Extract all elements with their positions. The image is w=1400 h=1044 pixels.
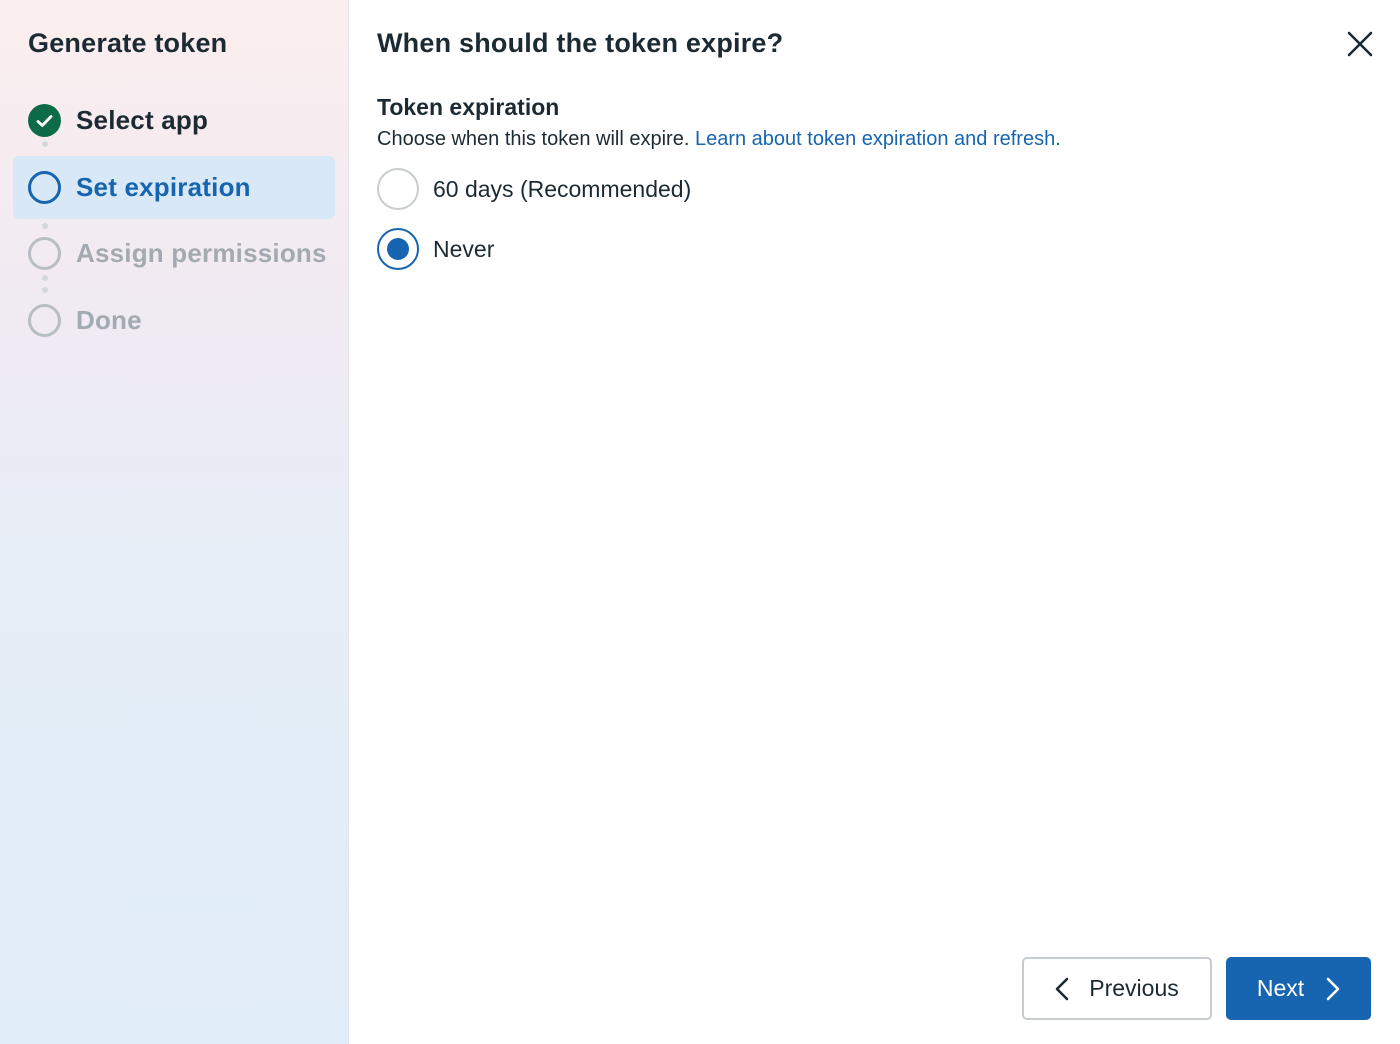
step-connector [42,141,48,147]
radio-label: 60 days (Recommended) [433,175,692,202]
radio-never[interactable] [377,228,419,270]
check-icon [28,104,61,137]
step-done: Done [13,289,335,352]
previous-button[interactable]: Previous [1022,957,1212,1020]
sidebar-title: Generate token [28,28,228,58]
option-60-days[interactable]: 60 days (Recommended) [377,168,691,210]
next-label: Next [1256,975,1305,1001]
learn-more-link[interactable]: Learn about token expiration and refresh… [695,128,1061,150]
description-text: Choose when this token will expire. [377,128,690,150]
close-button[interactable] [1340,24,1380,64]
step-connector [42,275,48,293]
step-label: Assign permissions [76,238,327,268]
step-pending-icon [28,237,61,270]
section-description: Choose when this token will expire. Lear… [377,128,1061,151]
step-connector [42,223,48,229]
step-label: Select app [76,105,209,135]
step-label: Done [76,304,142,335]
stepper-sidebar: Generate token Select app Set expiration… [0,0,349,1044]
main-panel: When should the token expire? Token expi… [349,0,1400,1044]
step-assign-permissions: Assign permissions [13,222,335,285]
previous-label: Previous [1089,975,1179,1001]
chevron-left-icon [1055,977,1069,1001]
step-current-icon [28,170,61,204]
section-title: Token expiration [377,94,560,120]
radio-60-days[interactable] [377,168,419,210]
chevron-right-icon [1326,977,1340,1001]
step-list: Select app Set expiration Assign permiss… [13,89,335,355]
step-pending-icon [28,303,61,337]
page-title: When should the token expire? [377,28,784,58]
generate-token-dialog: Generate token Select app Set expiration… [0,0,1400,1044]
option-never[interactable]: Never [377,228,494,270]
step-label: Set expiration [76,171,251,202]
close-icon [1347,31,1373,57]
step-select-app: Select app [13,89,335,152]
step-set-expiration: Set expiration [13,155,335,219]
radio-label: Never [433,235,495,262]
next-button[interactable]: Next [1226,957,1371,1020]
radio-selected-dot [387,238,409,260]
